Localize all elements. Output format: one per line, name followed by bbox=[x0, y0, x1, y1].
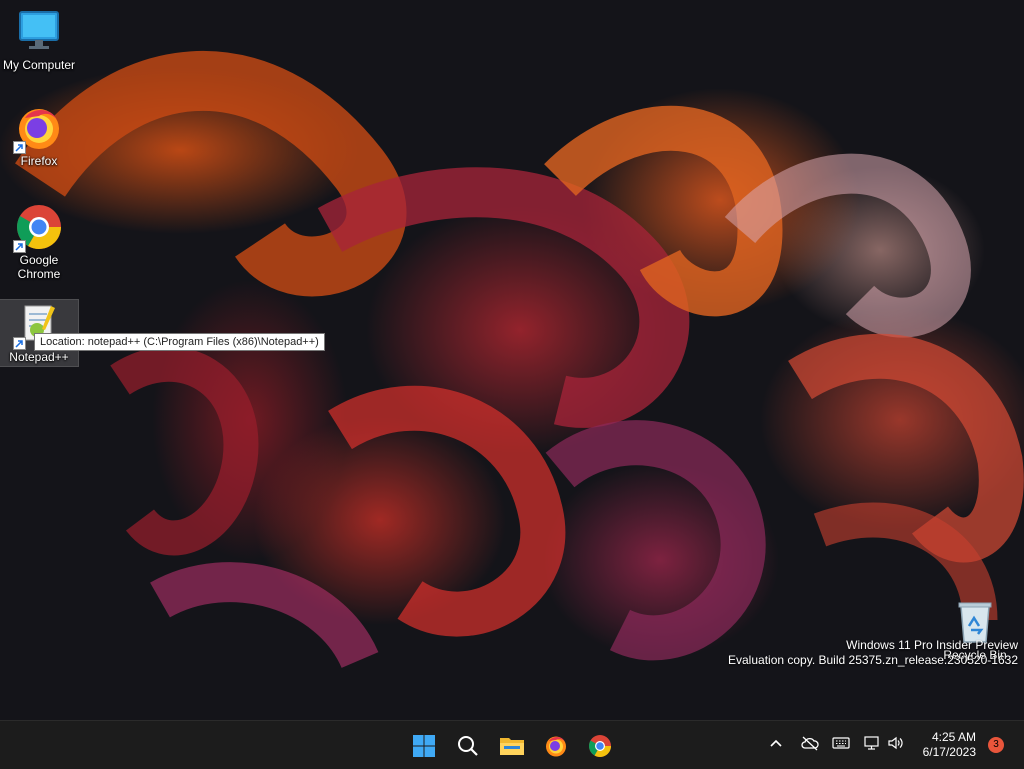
desktop-icon-firefox[interactable]: Firefox bbox=[0, 104, 78, 168]
network-button[interactable] bbox=[863, 735, 881, 756]
desktop[interactable]: My Computer Firefox Google Chrome Notepa… bbox=[0, 0, 1024, 720]
clock-date: 6/17/2023 bbox=[922, 745, 976, 759]
volume-button[interactable] bbox=[887, 735, 905, 756]
monitor-icon bbox=[15, 8, 63, 56]
taskbar: 4:25 AM 6/17/2023 3 bbox=[0, 720, 1024, 769]
chevron-up-icon bbox=[770, 739, 782, 747]
shortcut-arrow-icon bbox=[13, 141, 26, 154]
desktop-icon-label: Google Chrome bbox=[17, 253, 61, 281]
desktop-icon-chrome[interactable]: Google Chrome bbox=[0, 203, 78, 281]
notification-badge[interactable]: 3 bbox=[988, 737, 1004, 753]
clock[interactable]: 4:25 AM 6/17/2023 bbox=[923, 730, 976, 760]
keyboard-icon bbox=[832, 737, 850, 749]
clock-time: 4:25 AM bbox=[931, 730, 976, 744]
shortcut-arrow-icon bbox=[13, 337, 26, 350]
watermark-line-1: Windows 11 Pro Insider Preview bbox=[846, 638, 1018, 652]
wallpaper bbox=[15, 51, 1024, 669]
keyboard-button[interactable] bbox=[832, 735, 850, 756]
tooltip: Location: notepad++ (C:\Program Files (x… bbox=[34, 333, 325, 351]
file-explorer-button[interactable] bbox=[495, 729, 529, 763]
desktop-icon-label: Firefox bbox=[20, 154, 58, 168]
file-explorer-icon bbox=[500, 738, 524, 755]
network-icon bbox=[864, 736, 879, 750]
search-icon bbox=[458, 736, 478, 756]
chrome-icon bbox=[589, 735, 611, 757]
firefox-icon bbox=[546, 736, 566, 757]
start-icon bbox=[413, 735, 435, 757]
onedrive-button[interactable] bbox=[800, 735, 820, 756]
chrome-icon bbox=[13, 203, 63, 253]
start-button[interactable] bbox=[407, 729, 441, 763]
speaker-icon bbox=[888, 736, 903, 750]
desktop-icon-label: My Computer bbox=[2, 58, 76, 72]
firefox-icon bbox=[13, 104, 63, 154]
watermark-line-2: Evaluation copy. Build 25375.zn_release.… bbox=[728, 653, 1018, 667]
taskbar-firefox-button[interactable] bbox=[539, 729, 573, 763]
desktop-icon-my-computer[interactable]: My Computer bbox=[0, 8, 78, 72]
evaluation-watermark: Windows 11 Pro Insider Preview Evaluatio… bbox=[728, 638, 1018, 668]
cloud-offline-icon bbox=[801, 736, 819, 751]
desktop-icon-label: Notepad++ bbox=[9, 350, 69, 364]
search-button[interactable] bbox=[451, 729, 485, 763]
taskbar-chrome-button[interactable] bbox=[583, 729, 617, 763]
show-hidden-icons-button[interactable] bbox=[768, 735, 784, 756]
shortcut-arrow-icon bbox=[13, 240, 26, 253]
